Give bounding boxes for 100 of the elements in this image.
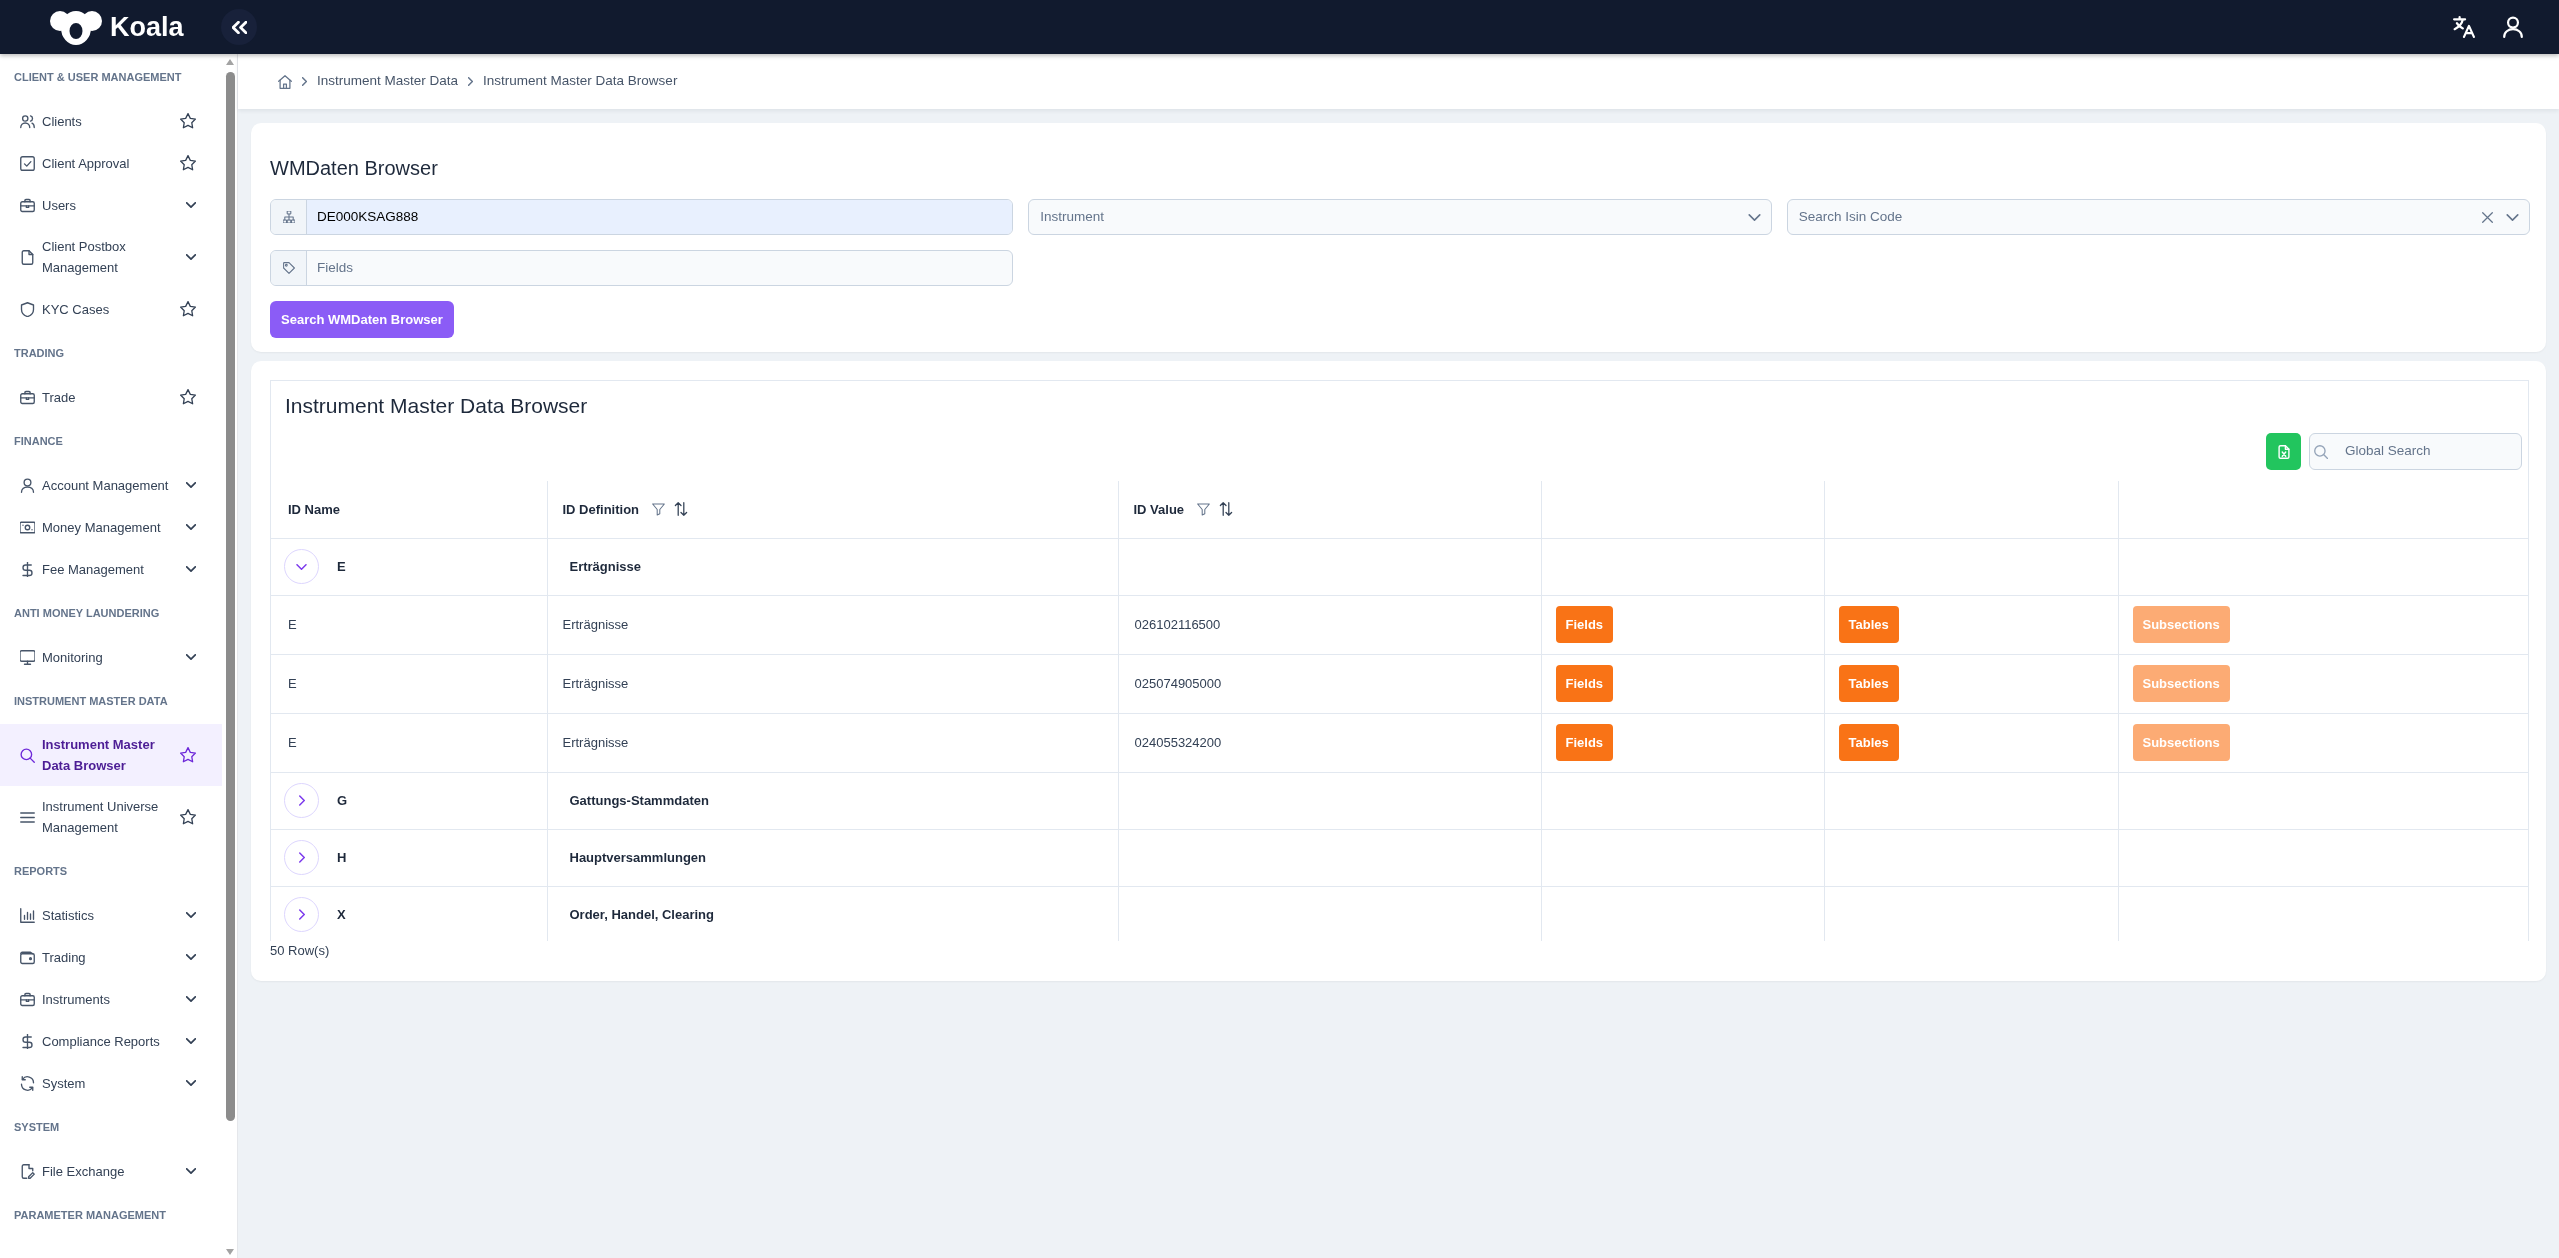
sidebar-item[interactable]: Monitoring <box>0 636 222 678</box>
breadcrumb-link[interactable]: Instrument Master Data <box>317 71 459 92</box>
filter-icon[interactable] <box>1197 502 1211 516</box>
group-name: E <box>337 557 346 576</box>
global-search-field[interactable]: Global Search <box>2309 433 2522 470</box>
section-heading: INSTRUMENT MASTER DATA <box>13 693 169 709</box>
square-check-icon <box>20 155 35 171</box>
star-icon[interactable] <box>180 155 196 171</box>
table-cell: E <box>271 595 547 654</box>
sidebar-item[interactable]: Client Approval <box>0 142 222 184</box>
chevron-down-icon <box>186 566 196 572</box>
sidebar-item[interactable]: Statistics <box>0 894 222 936</box>
chevron-down-icon <box>186 1168 196 1174</box>
chevron-right-icon <box>302 77 307 86</box>
refresh-icon <box>20 1075 35 1091</box>
sidebar-item[interactable]: Fee Management <box>0 548 222 590</box>
chevron-down-icon <box>186 996 196 1002</box>
chevron-down-icon <box>186 254 196 260</box>
column-header: ID Definition <box>562 500 640 519</box>
chevron-down-icon <box>186 912 196 918</box>
table-cell: 024055324200 <box>1118 713 1541 772</box>
star-icon[interactable] <box>180 301 196 317</box>
chevrons-left-icon <box>231 20 247 34</box>
sitemap-icon <box>282 211 295 223</box>
banknote-icon <box>20 519 35 535</box>
sidebar-item[interactable]: System <box>0 1062 222 1104</box>
chevron-down-icon <box>186 524 196 530</box>
row-count: 50 Row(s) <box>270 942 331 960</box>
star-icon[interactable] <box>180 747 196 763</box>
menu-icon <box>20 809 35 825</box>
table-cell: E <box>271 654 547 713</box>
group-name: G <box>337 791 348 810</box>
sidebar-item[interactable]: Trade <box>0 376 222 418</box>
search-icon <box>2314 444 2328 459</box>
section-heading: REPORTS <box>13 863 69 879</box>
table-cell: Gattungs-Stammdaten <box>547 772 1118 829</box>
section-heading: ANTI MONEY LAUNDERING <box>13 605 161 621</box>
star-icon[interactable] <box>180 809 196 825</box>
user-icon <box>20 477 35 493</box>
briefcase-icon <box>20 389 35 405</box>
sidebar-item[interactable]: Instruments <box>0 978 222 1020</box>
briefcase-icon <box>20 991 35 1007</box>
home-icon[interactable] <box>278 74 292 89</box>
search-icon <box>20 747 35 763</box>
sidebar-item[interactable]: Account Management <box>0 464 222 506</box>
sort-icon[interactable] <box>1219 502 1234 517</box>
sidebar-item[interactable]: Users <box>0 184 222 226</box>
table-cell: Hauptversammlungen <box>547 829 1118 886</box>
section-heading: CLIENT & USER MANAGEMENT <box>13 69 183 85</box>
isin-code-select[interactable]: Search Isin Code <box>1786 199 2530 235</box>
sidebar-item[interactable]: Money Management <box>0 506 222 548</box>
sidebar-item[interactable]: Instrument Universe Management <box>0 786 222 848</box>
users-icon <box>20 113 35 129</box>
chevron-down-icon <box>186 1038 196 1044</box>
table-cell: Erträgnisse <box>547 713 1118 772</box>
table-cell: Order, Handel, Clearing <box>547 886 1118 941</box>
breadcrumb-current: Instrument Master Data Browser <box>483 72 678 91</box>
file-icon <box>2277 444 2290 459</box>
table-cell: Erträgnisse <box>547 595 1118 654</box>
scrollbar-thumb[interactable] <box>225 72 235 1121</box>
sidebar-item[interactable]: Trading <box>0 936 222 978</box>
table-cell: 025074905000 <box>1118 654 1541 713</box>
sidebar-item[interactable]: Compliance Reports <box>0 1020 222 1062</box>
chevron-down-icon <box>2506 213 2519 221</box>
table-cell: E <box>271 713 547 772</box>
chevron-down-icon <box>186 654 196 660</box>
filter-icon[interactable] <box>652 502 666 516</box>
close-icon[interactable] <box>2482 211 2493 223</box>
star-icon[interactable] <box>180 389 196 405</box>
section-heading: FINANCE <box>13 433 64 449</box>
isin-field[interactable]: DE000KSAG888 <box>270 199 1014 235</box>
instrument-select[interactable]: Instrument <box>1028 199 1772 235</box>
sidebar-item[interactable]: KYC Cases <box>0 288 222 330</box>
chevron-right-icon <box>468 77 474 86</box>
search-button[interactable]: Search WMDaten Browser <box>270 301 454 338</box>
section-heading: PARAMETER MANAGEMENT <box>13 1207 167 1223</box>
column-header: ID Value <box>1133 500 1185 519</box>
collapse-sidebar-button[interactable] <box>221 9 257 45</box>
section-heading: SYSTEM <box>13 1119 61 1135</box>
translate-icon[interactable] <box>2453 16 2475 38</box>
table-title: Instrument Master Data Browser <box>284 393 589 419</box>
chevron-down-icon <box>296 563 307 570</box>
user-icon[interactable] <box>2502 16 2524 38</box>
sidebar-item[interactable]: Client Postbox Management <box>0 226 222 288</box>
chevron-right-icon <box>298 852 305 863</box>
dollar-icon <box>20 561 35 577</box>
scroll-up-icon[interactable] <box>226 59 234 65</box>
section-heading: TRADING <box>13 345 66 361</box>
wallet-icon <box>20 949 35 965</box>
sidebar-item[interactable]: Instrument Master Data Browser <box>0 724 222 786</box>
scroll-down-icon[interactable] <box>226 1249 234 1255</box>
sort-icon[interactable] <box>674 502 689 517</box>
sidebar-item[interactable]: Clients <box>0 100 222 142</box>
monitor-icon <box>20 649 35 665</box>
bar-chart-icon <box>20 907 35 923</box>
chevron-down-icon <box>186 954 196 960</box>
star-icon[interactable] <box>180 113 196 129</box>
logo-text: Koala <box>110 12 184 42</box>
sidebar-item[interactable]: File Exchange <box>0 1150 222 1192</box>
fields-field[interactable]: Fields <box>270 250 1014 286</box>
